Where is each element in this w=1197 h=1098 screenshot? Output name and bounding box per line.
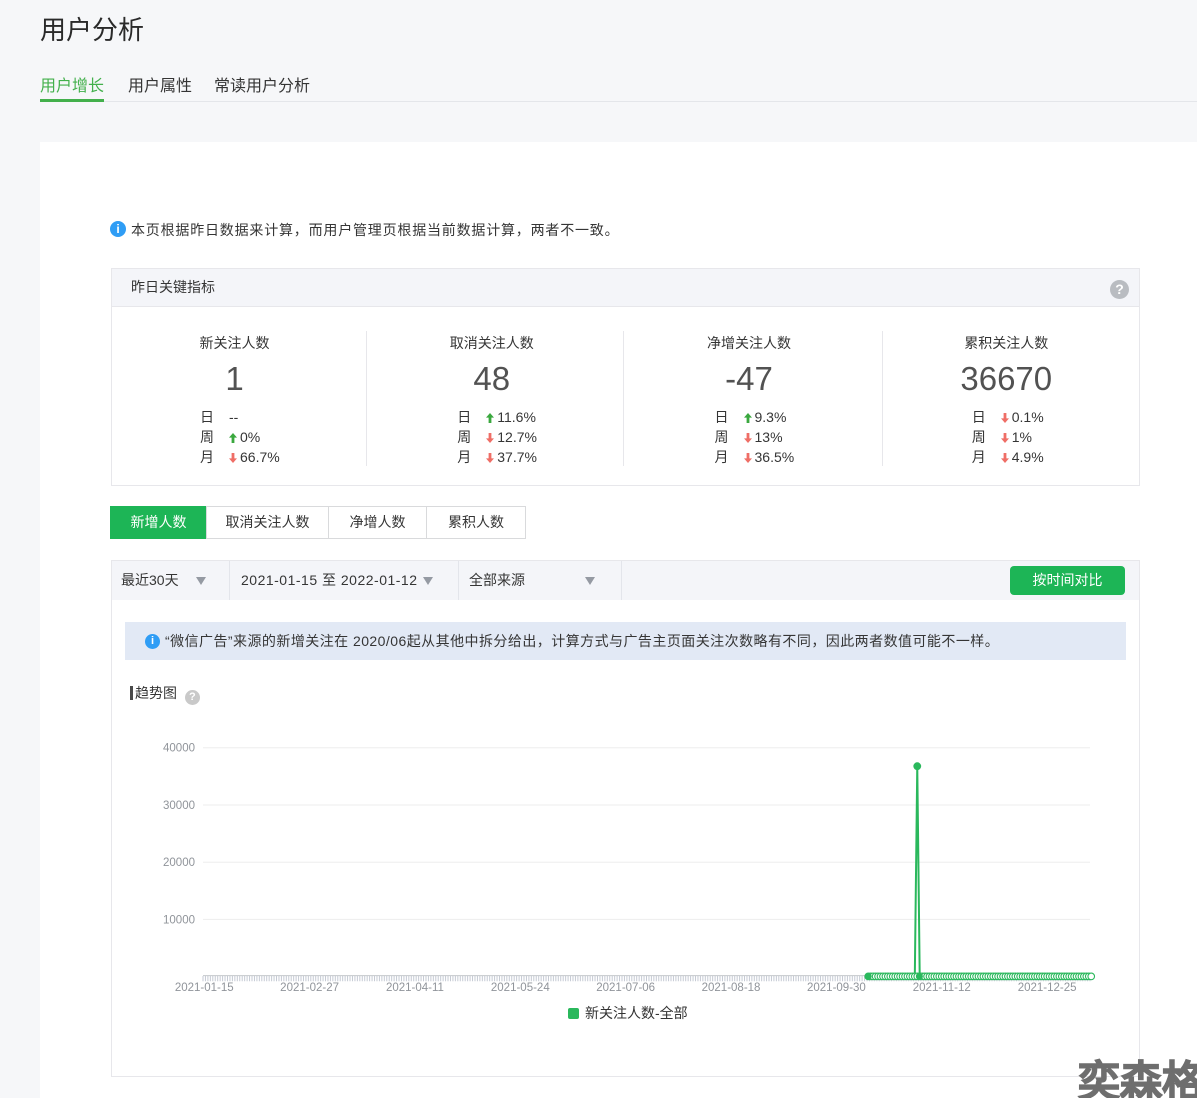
svg-text:40000: 40000 — [163, 743, 195, 755]
svg-text:2021-01-15: 2021-01-15 — [175, 982, 234, 994]
svg-text:2021-05-24: 2021-05-24 — [491, 982, 550, 994]
svg-text:2021-09-30: 2021-09-30 — [807, 982, 866, 994]
svg-text:2021-04-11: 2021-04-11 — [386, 982, 444, 994]
svg-text:2021-02-27: 2021-02-27 — [280, 982, 339, 994]
svg-text:2021-07-06: 2021-07-06 — [596, 982, 655, 994]
svg-text:20000: 20000 — [163, 857, 195, 869]
svg-text:2021-12-25: 2021-12-25 — [1018, 982, 1077, 994]
svg-text:2021-11-12: 2021-11-12 — [913, 982, 971, 994]
svg-text:2021-08-18: 2021-08-18 — [702, 982, 761, 994]
svg-text:30000: 30000 — [163, 800, 195, 812]
svg-text:10000: 10000 — [163, 914, 195, 926]
